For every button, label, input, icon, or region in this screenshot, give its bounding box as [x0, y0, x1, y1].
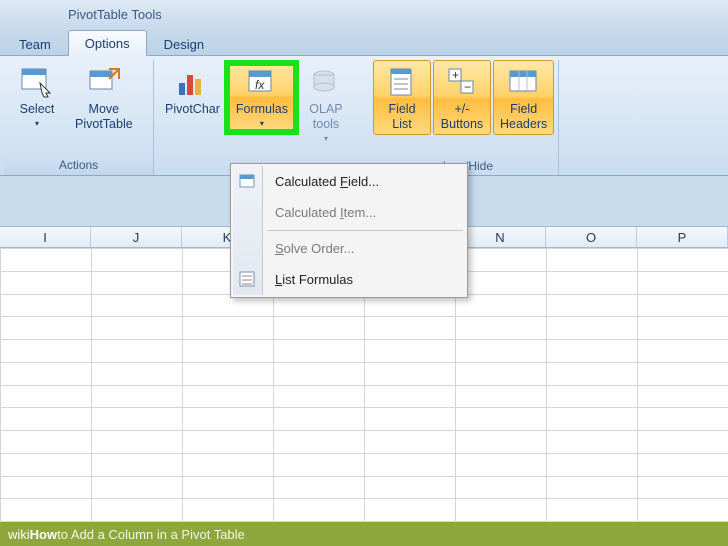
footer-caption: wikiHow to Add a Column in a Pivot Table [0, 522, 728, 546]
olap-tools-button[interactable]: OLAP tools ▾ [297, 60, 355, 147]
field-headers-button[interactable]: Field Headers [493, 60, 554, 135]
plus-minus-buttons-button[interactable]: +− +/- Buttons [433, 60, 491, 135]
calc-field-icon [239, 173, 257, 191]
select-button[interactable]: Select ▾ [8, 60, 66, 132]
field-list-label: Field List [388, 102, 415, 132]
list-formulas-icon [239, 271, 257, 289]
field-list-icon [384, 64, 420, 100]
window-title: PivotTable Tools [68, 7, 162, 22]
col-header[interactable]: P [637, 227, 728, 247]
olap-label: OLAP tools [309, 102, 342, 132]
dropdown-arrow-icon: ▾ [324, 134, 328, 144]
tab-design[interactable]: Design [147, 31, 221, 56]
col-header[interactable]: I [0, 227, 91, 247]
menu-solve-order[interactable]: Solve Order... [233, 233, 465, 264]
footer-how: How [30, 527, 57, 542]
move-icon [86, 64, 122, 100]
tab-team[interactable]: Team [2, 31, 68, 56]
menu-calculated-field[interactable]: Calculated Field... [233, 166, 465, 197]
svg-text:−: − [464, 80, 471, 94]
menu-separator [267, 230, 463, 231]
menu-list-formulas[interactable]: List Formulas [233, 264, 465, 295]
col-header[interactable]: O [546, 227, 637, 247]
window-title-bar: PivotTable Tools [0, 0, 728, 28]
olap-icon [308, 64, 344, 100]
select-label: Select [20, 102, 55, 117]
formulas-button[interactable]: fx Formulas ▾ [229, 60, 295, 132]
formula-icon: fx [244, 64, 280, 100]
select-icon [19, 64, 55, 100]
col-header[interactable]: N [455, 227, 546, 247]
group-label-actions: Actions [4, 156, 153, 175]
formulas-label: Formulas [236, 102, 288, 117]
tabs-row: Team Options Design [0, 28, 728, 56]
pivotchart-label: PivotChar [165, 102, 220, 117]
chart-icon [174, 64, 210, 100]
move-label: Move PivotTable [75, 102, 133, 132]
field-headers-icon [506, 64, 542, 100]
pm-buttons-label: +/- Buttons [441, 102, 483, 132]
footer-rest: to Add a Column in a Pivot Table [57, 527, 245, 542]
formulas-dropdown: Calculated Field... Calculated Item... S… [230, 163, 468, 298]
menu-calculated-item[interactable]: Calculated Item... [233, 197, 465, 228]
plus-minus-icon: +− [444, 64, 480, 100]
dropdown-arrow-icon: ▾ [260, 119, 264, 129]
footer-wiki: wiki [8, 527, 30, 542]
svg-text:+: + [452, 68, 459, 82]
svg-text:fx: fx [255, 78, 265, 92]
field-headers-label: Field Headers [500, 102, 547, 132]
dropdown-arrow-icon: ▾ [35, 119, 39, 129]
ribbon: Select ▾ Move PivotTable Actions PivotCh… [0, 56, 728, 176]
pivotchart-button[interactable]: PivotChar [158, 60, 227, 120]
field-list-button[interactable]: Field List [373, 60, 431, 135]
col-header[interactable]: J [91, 227, 182, 247]
move-pivottable-button[interactable]: Move PivotTable [68, 60, 140, 135]
tab-options[interactable]: Options [68, 30, 147, 56]
